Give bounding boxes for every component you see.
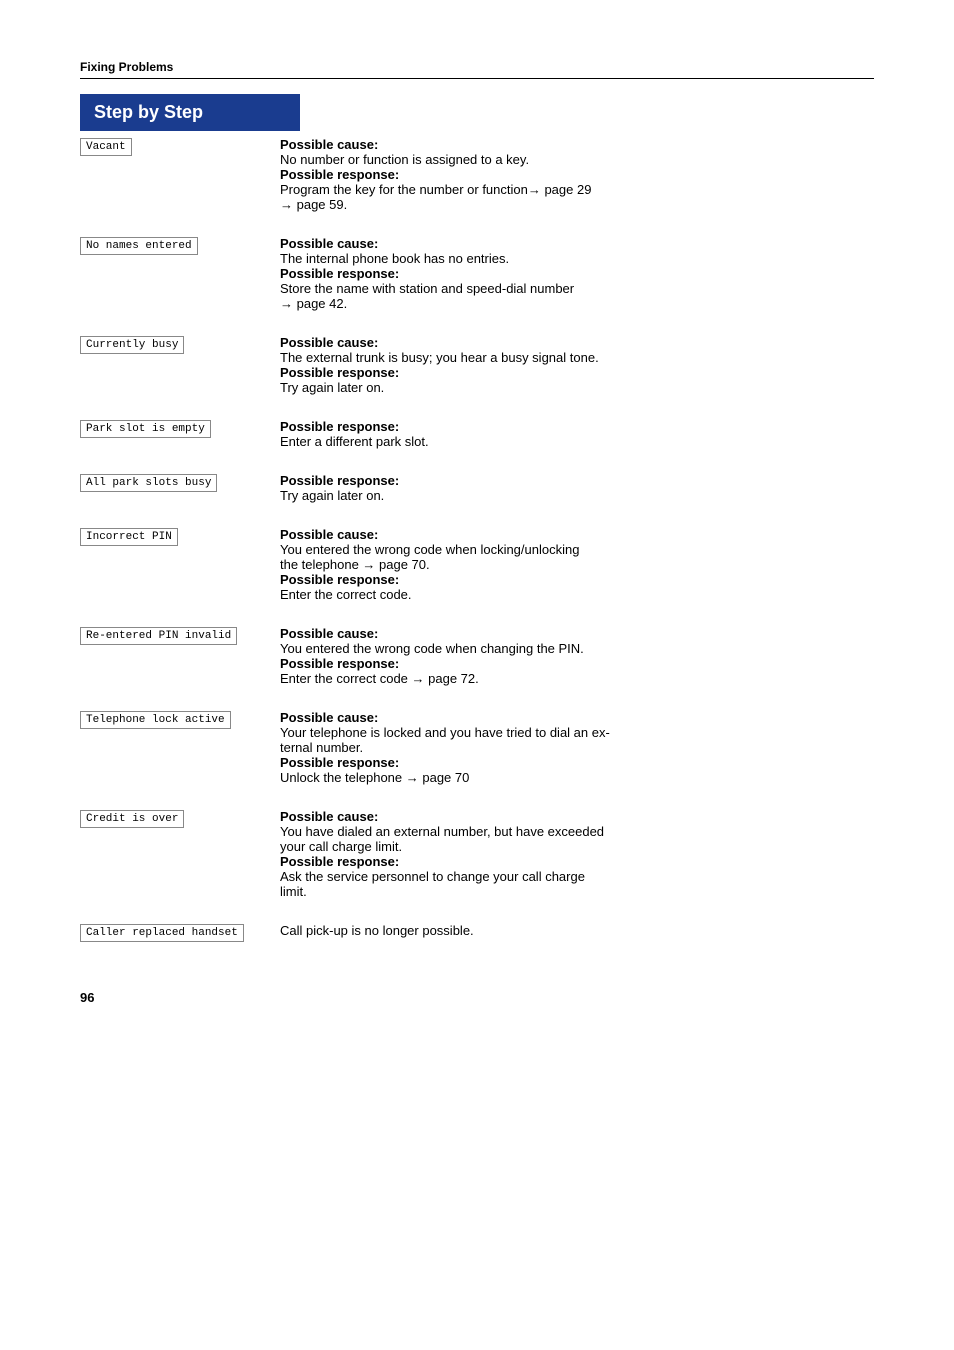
desc-line: Possible cause: bbox=[280, 626, 874, 641]
table-row: Vacant Possible cause:No number or functi… bbox=[80, 131, 874, 218]
desc-line: Ask the service personnel to change your… bbox=[280, 869, 874, 884]
label-box: Vacant bbox=[80, 138, 132, 156]
label-box: Caller replaced handset bbox=[80, 924, 244, 942]
desc-line: Possible cause: bbox=[280, 710, 874, 725]
table-row: Caller replaced handset Call pick-up is n… bbox=[80, 917, 874, 948]
desc-line: Possible cause: bbox=[280, 809, 874, 824]
label-box: Incorrect PIN bbox=[80, 528, 178, 546]
desc-cell: Possible cause:The internal phone book h… bbox=[280, 230, 874, 317]
desc-cell: Call pick-up is no longer possible. bbox=[280, 917, 874, 948]
desc-line: You entered the wrong code when locking/… bbox=[280, 542, 874, 557]
desc-line: ternal number. bbox=[280, 740, 874, 755]
page-number: 96 bbox=[80, 990, 874, 1005]
desc-line: You entered the wrong code when changing… bbox=[280, 641, 874, 656]
desc-line: Unlock the telephone → page 70 bbox=[280, 770, 874, 785]
table-row: Credit is over Possible cause:You have di… bbox=[80, 803, 874, 905]
desc-line: → page 59. bbox=[280, 197, 874, 212]
desc-line: Store the name with station and speed-di… bbox=[280, 281, 874, 296]
table-row: Currently busy Possible cause:The externa… bbox=[80, 329, 874, 401]
label-cell: Re-entered PIN invalid bbox=[80, 620, 280, 692]
desc-line: Possible response: bbox=[280, 167, 874, 182]
spacer-row bbox=[80, 455, 874, 467]
label-cell: Credit is over bbox=[80, 803, 280, 905]
desc-cell: Possible cause:You entered the wrong cod… bbox=[280, 521, 874, 608]
desc-line: No number or function is assigned to a k… bbox=[280, 152, 874, 167]
label-cell: Telephone lock active bbox=[80, 704, 280, 791]
label-cell: Incorrect PIN bbox=[80, 521, 280, 608]
table-row: Incorrect PIN Possible cause:You entered … bbox=[80, 521, 874, 608]
label-box: All park slots busy bbox=[80, 474, 217, 492]
spacer-row bbox=[80, 401, 874, 413]
desc-line: Enter the correct code. bbox=[280, 587, 874, 602]
desc-line: Call pick-up is no longer possible. bbox=[280, 923, 874, 938]
table-row: Re-entered PIN invalid Possible cause:You… bbox=[80, 620, 874, 692]
table-row: All park slots busy Possible response:Try… bbox=[80, 467, 874, 509]
label-cell: Park slot is empty bbox=[80, 413, 280, 455]
table-row: No names entered Possible cause:The inter… bbox=[80, 230, 874, 317]
desc-line: Enter the correct code → page 72. bbox=[280, 671, 874, 686]
desc-line: Your telephone is locked and you have tr… bbox=[280, 725, 874, 740]
label-cell: All park slots busy bbox=[80, 467, 280, 509]
divider bbox=[80, 78, 874, 79]
label-box: Re-entered PIN invalid bbox=[80, 627, 237, 645]
label-box: Currently busy bbox=[80, 336, 184, 354]
desc-cell: Possible response:Try again later on. bbox=[280, 467, 874, 509]
label-box: No names entered bbox=[80, 237, 198, 255]
desc-line: Program the key for the number or functi… bbox=[280, 182, 874, 197]
spacer-row bbox=[80, 317, 874, 329]
desc-line: the telephone → page 70. bbox=[280, 557, 874, 572]
desc-cell: Possible cause:The external trunk is bus… bbox=[280, 329, 874, 401]
label-box: Credit is over bbox=[80, 810, 184, 828]
desc-line: Enter a different park slot. bbox=[280, 434, 874, 449]
desc-line: Possible cause: bbox=[280, 137, 874, 152]
label-box: Telephone lock active bbox=[80, 711, 231, 729]
spacer-row bbox=[80, 509, 874, 521]
desc-line: You have dialed an external number, but … bbox=[280, 824, 874, 839]
spacer-row bbox=[80, 218, 874, 230]
step-by-step-header: Step by Step bbox=[80, 94, 300, 131]
desc-line: limit. bbox=[280, 884, 874, 899]
desc-cell: Possible response:Enter a different park… bbox=[280, 413, 874, 455]
label-cell: No names entered bbox=[80, 230, 280, 317]
spacer-row bbox=[80, 948, 874, 960]
desc-cell: Possible cause:You entered the wrong cod… bbox=[280, 620, 874, 692]
desc-line: Possible response: bbox=[280, 473, 874, 488]
spacer-row bbox=[80, 692, 874, 704]
label-box: Park slot is empty bbox=[80, 420, 211, 438]
desc-line: Possible response: bbox=[280, 365, 874, 380]
desc-line: Possible response: bbox=[280, 419, 874, 434]
content-table: VacantPossible cause:No number or functi… bbox=[80, 131, 874, 960]
desc-line: Possible cause: bbox=[280, 236, 874, 251]
desc-cell: Possible cause:Your telephone is locked … bbox=[280, 704, 874, 791]
label-cell: Currently busy bbox=[80, 329, 280, 401]
spacer-row bbox=[80, 608, 874, 620]
table-row: Telephone lock active Possible cause:Your… bbox=[80, 704, 874, 791]
page: Fixing Problems Step by Step Vacant Possi… bbox=[0, 0, 954, 1350]
desc-line: → page 42. bbox=[280, 296, 874, 311]
section-title: Fixing Problems bbox=[80, 60, 874, 74]
spacer-row bbox=[80, 791, 874, 803]
desc-line: The external trunk is busy; you hear a b… bbox=[280, 350, 874, 365]
desc-line: Try again later on. bbox=[280, 380, 874, 395]
desc-line: Possible response: bbox=[280, 266, 874, 281]
desc-line: Possible response: bbox=[280, 572, 874, 587]
label-cell: Caller replaced handset bbox=[80, 917, 280, 948]
desc-line: Possible cause: bbox=[280, 335, 874, 350]
spacer-row bbox=[80, 905, 874, 917]
desc-line: your call charge limit. bbox=[280, 839, 874, 854]
desc-line: Possible cause: bbox=[280, 527, 874, 542]
desc-line: Possible response: bbox=[280, 656, 874, 671]
desc-line: Possible response: bbox=[280, 755, 874, 770]
desc-line: Possible response: bbox=[280, 854, 874, 869]
table-row: Park slot is empty Possible response:Ente… bbox=[80, 413, 874, 455]
desc-cell: Possible cause:You have dialed an extern… bbox=[280, 803, 874, 905]
desc-cell: Possible cause:No number or function is … bbox=[280, 131, 874, 218]
desc-line: Try again later on. bbox=[280, 488, 874, 503]
label-cell: Vacant bbox=[80, 131, 280, 218]
desc-line: The internal phone book has no entries. bbox=[280, 251, 874, 266]
